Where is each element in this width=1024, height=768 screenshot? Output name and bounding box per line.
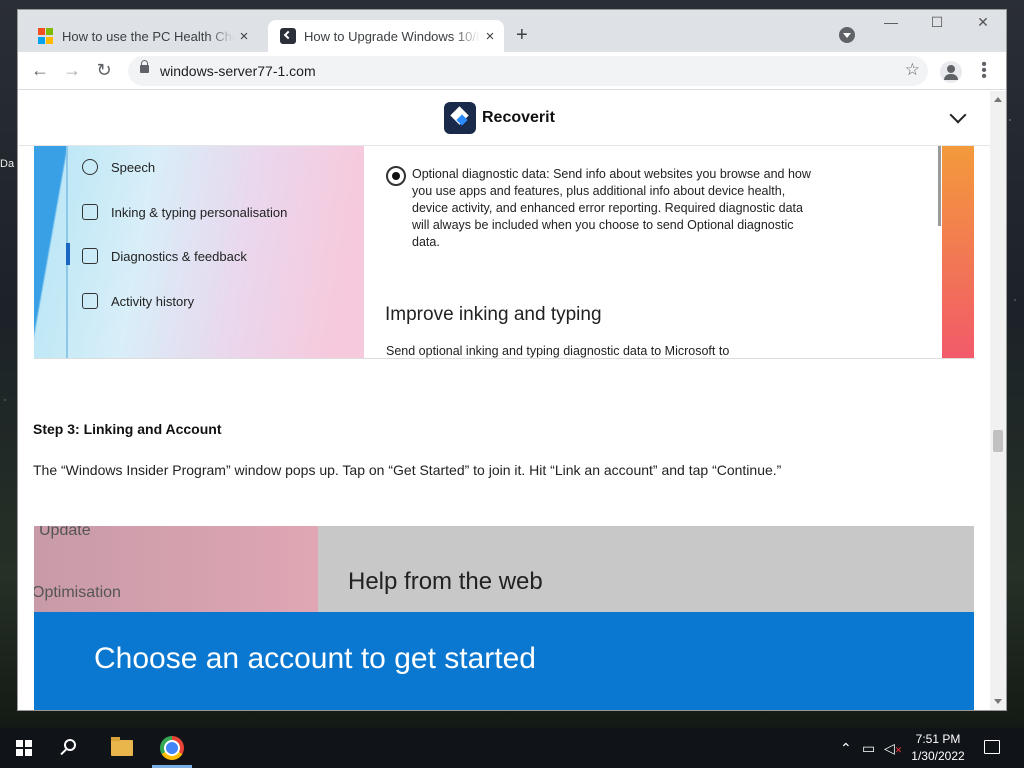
step-paragraph: The “Windows Insider Program” window pop… (33, 462, 782, 478)
chrome-icon[interactable] (160, 736, 184, 760)
settings-sidebar-blurred: Update Optimisation (34, 526, 318, 612)
timeline-icon (82, 293, 98, 309)
network-icon[interactable]: ▭ (862, 740, 875, 757)
volume-muted-icon[interactable]: ◁✕ (884, 740, 902, 757)
insider-screenshot: Update Optimisation Help from the web Ch… (34, 526, 974, 710)
help-heading: Help from the web (348, 568, 543, 595)
bookmark-star-button[interactable]: ☆ (905, 60, 920, 80)
taskbar: ⌃ ▭ ◁✕ 7:51 PM 1/30/2022 (0, 728, 1024, 768)
settings-sidebar: Speech Inking & typing personalisation D… (34, 146, 364, 358)
new-tab-button[interactable]: + (516, 24, 528, 47)
browser-window: How to use the PC Health Check × How to … (18, 10, 1006, 710)
optional-data-radio (386, 166, 406, 186)
tab-close-button[interactable]: × (234, 28, 254, 45)
step-heading: Step 3: Linking and Account (33, 421, 222, 437)
site-header: Recoverit (18, 91, 990, 146)
scroll-down-arrow-icon[interactable] (994, 699, 1002, 708)
section-heading: Improve inking and typing (385, 304, 602, 325)
sidebar-item-diagnostics: Diagnostics & feedback (82, 248, 247, 264)
site-brand[interactable]: Recoverit (482, 109, 555, 127)
tab-title: How to use the PC Health Check (62, 28, 234, 44)
maximize-button[interactable]: ☐ (914, 14, 960, 31)
screenshot-edge (942, 146, 974, 358)
section-subtext: Send optional inking and typing diagnost… (386, 344, 730, 358)
page-scrollbar[interactable] (990, 91, 1006, 710)
help-panel: Help from the web (318, 526, 974, 612)
sidebar-item-label: Update (39, 526, 91, 539)
scroll-up-arrow-icon[interactable] (994, 93, 1002, 102)
desktop-icon-label[interactable]: Da (0, 158, 14, 170)
minimize-button[interactable]: — (868, 14, 914, 30)
profile-icon[interactable] (940, 61, 962, 83)
sidebar-item-label: Inking & typing personalisation (111, 204, 288, 220)
chevron-down-icon[interactable] (949, 106, 967, 124)
tab-title: How to Upgrade Windows 10/8.1 (304, 28, 480, 44)
system-clock[interactable]: 7:51 PM 1/30/2022 (906, 731, 970, 765)
dialog-title: Choose an account to get started (94, 642, 536, 675)
sidebar-item-label: Activity history (111, 293, 195, 309)
tab-close-button[interactable]: × (480, 28, 500, 45)
recoverit-logo-icon[interactable] (444, 102, 476, 134)
sidebar-item-label: Speech (111, 159, 156, 175)
sidebar-item-activity: Activity history (82, 293, 194, 309)
scrollbar-thumb[interactable] (993, 430, 1003, 452)
back-button[interactable]: ← (28, 60, 52, 80)
selection-indicator (66, 243, 70, 265)
recoverit-favicon-icon (280, 28, 296, 44)
microsoft-logo-icon (38, 28, 54, 44)
show-hidden-icons-button[interactable]: ⌃ (840, 740, 852, 757)
sidebar-item-inking: Inking & typing personalisation (82, 204, 287, 220)
web-page: Recoverit Speech Inking & typing persona… (18, 91, 990, 710)
sidebar-item-label: Optimisation (34, 584, 121, 601)
tab-upgrade-windows[interactable]: How to Upgrade Windows 10/8.1 × (268, 20, 504, 52)
browser-toolbar: ← → ↻ windows-server77-1.com ☆ • • • (18, 52, 1006, 90)
tab-search-icon[interactable] (839, 27, 855, 43)
option-description: Optional diagnostic data: Send info abou… (412, 167, 811, 249)
forward-button[interactable]: → (60, 60, 84, 80)
sidebar-item-speech: Speech (82, 159, 155, 175)
lock-icon[interactable] (140, 60, 149, 73)
clipboard-icon (82, 204, 98, 220)
settings-screenshot: Speech Inking & typing personalisation D… (34, 146, 974, 359)
account-dialog: Choose an account to get started (34, 612, 974, 710)
tab-pc-health-check[interactable]: How to use the PC Health Check × (26, 20, 258, 52)
address-bar[interactable]: windows-server77-1.com ☆ (128, 56, 928, 86)
notification-icon[interactable] (984, 740, 1000, 754)
feedback-icon (82, 248, 98, 264)
search-icon[interactable] (64, 739, 76, 751)
reload-button[interactable]: ↻ (92, 60, 116, 80)
file-explorer-icon[interactable] (111, 737, 133, 756)
speech-icon (82, 159, 98, 175)
close-window-button[interactable]: ✕ (960, 14, 1006, 31)
clock-date: 1/30/2022 (911, 749, 965, 763)
sidebar-item-label: Diagnostics & feedback (111, 248, 247, 264)
clock-time: 7:51 PM (915, 732, 961, 746)
settings-content: Optional diagnostic data: Send info abou… (364, 146, 944, 358)
tab-strip: How to use the PC Health Check × How to … (18, 10, 1006, 52)
url-text[interactable]: windows-server77-1.com (160, 63, 316, 79)
windows-start-icon[interactable] (16, 740, 32, 756)
browser-menu-button[interactable]: • • • (976, 57, 992, 85)
embedded-scrollbar (938, 146, 941, 226)
